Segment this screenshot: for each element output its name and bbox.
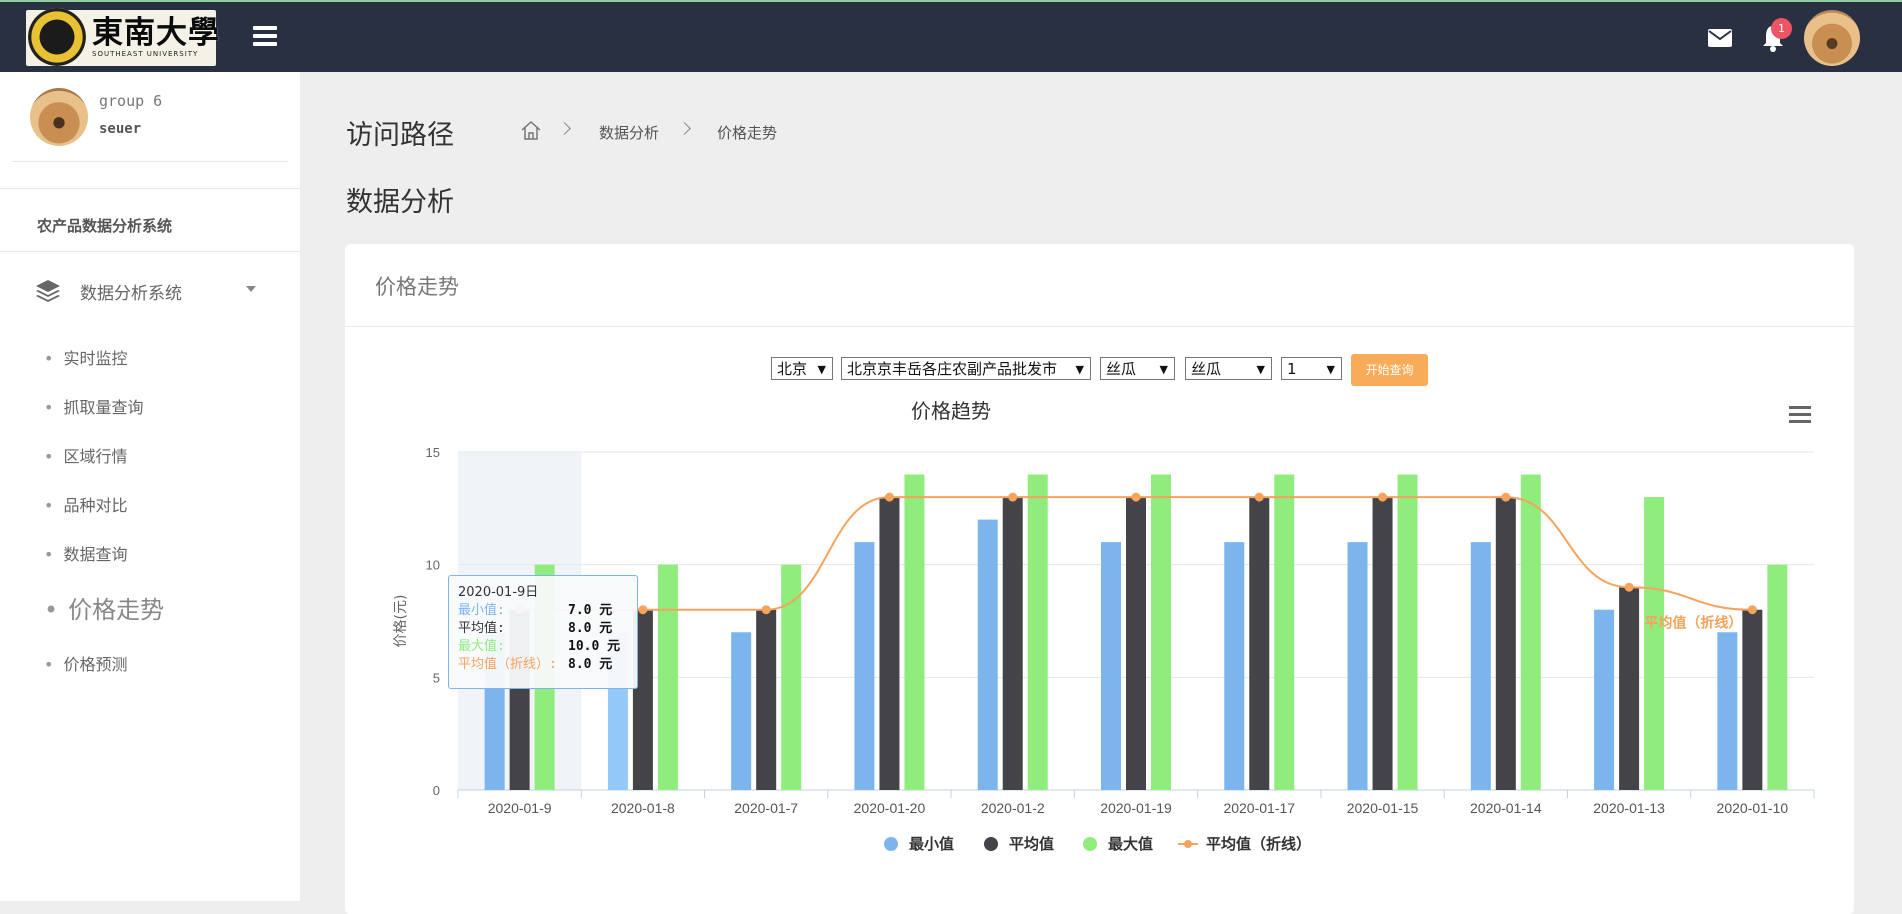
bar-avg	[1742, 609, 1763, 790]
legend-marker	[1184, 840, 1192, 848]
chart-tooltip: 2020-01-9日 最小值: 7.0 元 平均值: 8.0 元 最大值: 10.0 …	[448, 575, 638, 689]
avg-line-point	[761, 605, 771, 615]
bar-min	[1717, 632, 1738, 790]
legend-marker	[984, 837, 998, 851]
x-tick-label: 2020-01-8	[611, 800, 675, 816]
x-tick-label: 2020-01-20	[854, 800, 926, 816]
x-tick-label: 2020-01-19	[1100, 800, 1172, 816]
avg-line-point	[1747, 605, 1757, 615]
bar-max	[1644, 497, 1665, 790]
bar-avg	[1495, 497, 1516, 790]
avg-line-point	[1624, 582, 1634, 592]
bar-min	[731, 632, 752, 790]
bar-max	[1151, 474, 1171, 790]
x-tick-label: 2020-01-7	[734, 800, 798, 816]
legend-marker	[884, 837, 898, 851]
avg-line-point	[1008, 492, 1018, 502]
bar-avg	[1372, 497, 1393, 790]
tooltip-value: 7.0 元	[568, 603, 613, 618]
y-axis-label: 价格(元)	[393, 595, 409, 648]
bar-max	[1397, 474, 1418, 790]
tooltip-label: 平均值（折线）:	[458, 657, 557, 672]
bar-min	[854, 542, 875, 790]
bar-max	[1520, 474, 1541, 790]
x-tick-label: 2020-01-10	[1717, 800, 1789, 816]
tooltip-value: 8.0 元	[568, 621, 613, 636]
legend-label: 最小值	[909, 835, 954, 853]
y-tick-label: 5	[433, 670, 440, 685]
bar-avg	[756, 609, 777, 790]
x-tick-label: 2020-01-13	[1593, 800, 1665, 816]
y-tick-label: 0	[433, 783, 440, 798]
bar-max	[781, 564, 802, 790]
tooltip-value: 10.0 元	[568, 639, 621, 654]
bar-avg	[1619, 587, 1640, 790]
avg-line-point	[1254, 492, 1264, 502]
avg-line-point	[1378, 492, 1388, 502]
bar-min	[1594, 609, 1615, 790]
x-tick-label: 2020-01-9	[488, 800, 552, 816]
tooltip-value: 8.0 元	[568, 657, 613, 672]
price-trend-chart: 0 5 10 15 价格(元) 2020-01-9 2020-01-8 2020-01-7 20…	[393, 445, 1815, 853]
bar-min	[1101, 542, 1121, 790]
tooltip-row-min: 最小值: 7.0 元	[458, 602, 637, 620]
x-tick-label: 2020-01-17	[1223, 800, 1295, 816]
legend-label: 平均值	[1009, 835, 1054, 853]
tooltip-label: 最大值:	[458, 639, 505, 654]
bar-avg	[1126, 497, 1146, 790]
y-tick-label: 15	[426, 445, 440, 460]
bar-min	[977, 519, 998, 790]
y-tick-label: 10	[426, 558, 440, 573]
tooltip-label: 平均值:	[458, 621, 505, 636]
bar-max	[1274, 474, 1295, 790]
bar-min	[1224, 542, 1245, 790]
tooltip-date: 2020-01-9日	[458, 585, 539, 600]
legend-label: 最大值	[1108, 835, 1153, 853]
tooltip-row-avg: 平均值: 8.0 元	[458, 620, 637, 638]
tooltip-label: 最小值:	[458, 603, 505, 618]
bar-avg	[1249, 497, 1270, 790]
bar-avg	[1002, 497, 1023, 790]
bar-min	[1347, 542, 1368, 790]
bar-avg	[879, 497, 900, 790]
avg-line-point	[1501, 492, 1511, 502]
x-tick-label: 2020-01-2	[981, 800, 1045, 816]
bar-max	[1027, 474, 1048, 790]
legend-marker	[1083, 837, 1097, 851]
bar-min	[1470, 542, 1491, 790]
avg-line-point	[1131, 492, 1141, 502]
x-tick-label: 2020-01-14	[1470, 800, 1542, 816]
x-tick-label: 2020-01-15	[1347, 800, 1419, 816]
bar-max	[904, 474, 925, 790]
legend-label: 平均值（折线）	[1206, 835, 1311, 853]
avg-line-point	[638, 605, 648, 615]
bar-max	[1767, 564, 1788, 790]
avg-line-point	[884, 492, 894, 502]
bar-max	[657, 564, 678, 790]
line-end-label: 平均值（折线）	[1644, 615, 1742, 632]
tooltip-row-avg-line: 平均值（折线）: 8.0 元	[458, 656, 637, 674]
tooltip-row-max: 最大值: 10.0 元	[458, 638, 637, 656]
